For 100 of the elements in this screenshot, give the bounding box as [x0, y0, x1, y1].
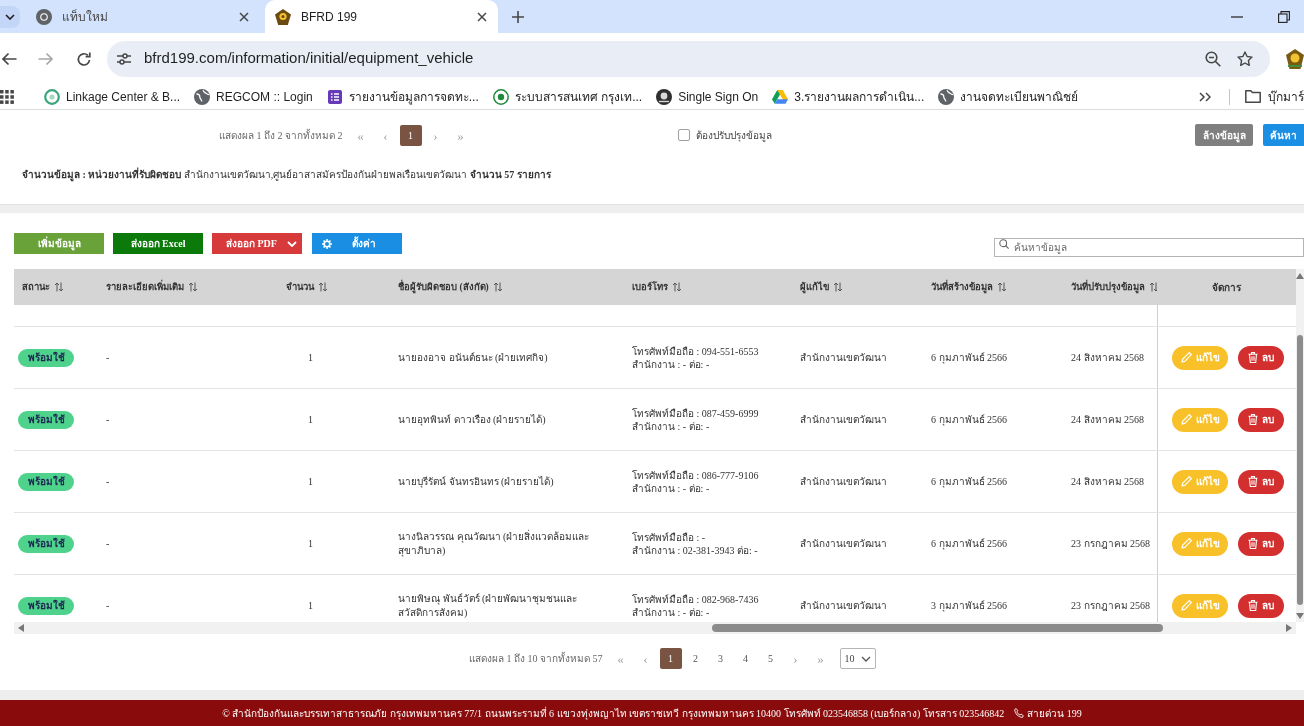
mobile-phone-text: โทรศัพท์มือถือ : 086-777-9106: [632, 468, 759, 482]
apps-grid-icon[interactable]: [0, 89, 14, 104]
tab-list-button[interactable]: [0, 6, 20, 28]
form-icon: [326, 88, 343, 105]
page-size-select[interactable]: 10: [839, 648, 876, 669]
sort-icon: [997, 282, 1007, 292]
bookmark[interactable]: รายงานข้อมูลการจดทะ...: [326, 87, 479, 106]
responsible-name: นางนิลวรรณ คุณวัฒนา (ฝ่ายสิ่งแวดล้อมและสุขาภิบาล): [398, 530, 591, 557]
pencil-icon: [1180, 600, 1192, 611]
column-header[interactable]: จำนวน: [278, 269, 390, 305]
sort-icon: [833, 282, 843, 292]
footer-address: © สำนักป้องกันและบรรเทาสาธารณภัย กรุงเทพมหานคร 77/1 ถนนพระรามที่ 6 แขวงทุ่งพญาไท เขตราชเทวี กรุงเทพมหานคร 10400 โทรศัพท์ 023546858 (เบอร์กลาง) โทรสาร 023546842: [222, 705, 1005, 721]
export-pdf-button[interactable]: ส่งออก PDF: [212, 233, 302, 254]
trash-icon: [1248, 414, 1258, 425]
bookmark[interactable]: งานจดทะเบียนพาณิชย์: [938, 87, 1079, 106]
bookmark[interactable]: Single Sign On: [656, 87, 759, 106]
close-icon[interactable]: [239, 11, 249, 22]
emblem-icon[interactable]: [1286, 48, 1304, 69]
editor-text: สำนักงานเขตวัฒนา: [800, 599, 887, 613]
created-date: 6 กุมภาพันธ์ 2566: [931, 351, 1007, 365]
column-header[interactable]: วันที่ปรับปรุงข้อมูล: [1063, 269, 1157, 305]
star-icon[interactable]: [1237, 50, 1253, 67]
horizontal-scrollbar[interactable]: [14, 622, 1296, 634]
scroll-right-icon[interactable]: [1286, 624, 1292, 632]
office-phone-text: สำนักงาน : 02-381-3943 ต่อ: -: [632, 543, 758, 557]
quantity-text: 1: [308, 599, 313, 613]
updated-date: 24 สิงหาคม 2568: [1071, 475, 1144, 489]
pager-summary: แสดงผล 1 ถึง 10 จากทั้งหมด 57: [469, 651, 603, 666]
folder-icon: [1245, 90, 1261, 103]
chevron-down-icon: [5, 14, 15, 20]
plus-icon[interactable]: [512, 10, 524, 23]
column-header[interactable]: สถานะ: [14, 269, 98, 305]
page-button[interactable]: 2: [684, 648, 707, 669]
close-icon[interactable]: [477, 11, 487, 22]
mobile-phone-text: โทรศัพท์มือถือ : 087-459-6999: [632, 406, 759, 420]
page-button[interactable]: 1: [659, 648, 682, 669]
browser-tab[interactable]: แท็บใหม่: [25, 0, 260, 33]
quantity-text: 1: [308, 351, 313, 365]
delete-button[interactable]: ลบ: [1238, 469, 1284, 494]
scrollbar-thumb[interactable]: [712, 624, 1163, 632]
page-button[interactable]: 1: [399, 124, 422, 146]
sort-icon: [1149, 282, 1157, 292]
browser-logo-icon: [36, 8, 52, 25]
updated-date: 23 กรกฎาคม 2568: [1071, 537, 1150, 551]
browser-tab[interactable]: BFRD 199: [265, 0, 498, 33]
bookmark[interactable]: REGCOM :: Login: [194, 87, 313, 106]
checkbox-label: ต้องปรับปรุงข้อมูล: [696, 128, 772, 143]
office-phone-text: สำนักงาน : - ต่อ: -: [632, 357, 710, 371]
bookmark[interactable]: Linkage Center & B...: [44, 87, 181, 106]
search-field[interactable]: ค้นหาข้อมูล: [994, 238, 1304, 257]
delete-button[interactable]: ลบ: [1238, 531, 1284, 556]
reload-icon[interactable]: [76, 50, 92, 67]
search-button[interactable]: ค้นหา: [1263, 124, 1304, 146]
bookmark[interactable]: 3.รายงานผลการดำเนิน...: [772, 87, 925, 106]
responsible-name: นายบุรีรัตน์ จันทรอินทร (ฝ่ายรายได้): [398, 474, 554, 489]
minimize-icon[interactable]: [1231, 15, 1243, 18]
address-bar[interactable]: bfrd199.com/information/initial/equipment_vehicle: [107, 40, 1270, 77]
trash-icon: [1248, 538, 1258, 549]
scroll-up-icon[interactable]: [1296, 273, 1304, 279]
delete-button[interactable]: ลบ: [1238, 407, 1284, 432]
responsible-name: นายอุทพินท์ ดาวเรือง (ฝ่ายรายได้): [398, 412, 546, 427]
sort-icon: [318, 282, 328, 292]
trash-icon: [1248, 600, 1258, 611]
chevrons-right-icon[interactable]: [1199, 91, 1211, 102]
restore-icon[interactable]: [1278, 10, 1290, 23]
quantity-text: 1: [308, 475, 313, 489]
gear-icon: [322, 238, 332, 249]
bookmarks-folder[interactable]: บุ๊กมาร์: [1245, 87, 1304, 106]
settings-button[interactable]: ตั้งค่า: [312, 233, 402, 254]
back-arrow-icon[interactable]: [1, 50, 17, 67]
column-header[interactable]: รายละเอียดเพิ่มเติม: [98, 269, 278, 305]
pencil-icon: [1180, 352, 1192, 363]
updated-date: 24 สิงหาคม 2568: [1071, 351, 1144, 365]
clear-button[interactable]: ล้างข้อมูล: [1195, 124, 1253, 146]
bookmark[interactable]: ระบบสารสนเทศ กรุงเท...: [492, 87, 643, 106]
column-header[interactable]: ผู้แก้ไข: [792, 269, 923, 305]
column-header[interactable]: ชื่อผู้รับผิดชอบ (สังกัด): [390, 269, 624, 305]
column-header[interactable]: จัดการ: [1157, 269, 1296, 305]
scroll-left-icon[interactable]: [18, 624, 24, 632]
zoom-out-icon[interactable]: [1205, 50, 1221, 67]
page-button[interactable]: 3: [709, 648, 732, 669]
scroll-down-icon[interactable]: [1296, 613, 1304, 619]
scrollbar-thumb[interactable]: [1297, 335, 1303, 605]
pencil-icon: [1180, 538, 1192, 549]
checkbox[interactable]: [678, 129, 690, 141]
page-button[interactable]: 5: [759, 648, 782, 669]
export-excel-button[interactable]: ส่งออก Excel: [113, 233, 203, 254]
vertical-scrollbar[interactable]: [1296, 269, 1304, 622]
sort-icon: [188, 282, 198, 292]
column-header[interactable]: วันที่สร้างข้อมูล: [923, 269, 1063, 305]
phone-icon: [1014, 708, 1025, 718]
delete-button[interactable]: ลบ: [1238, 345, 1284, 370]
mobile-phone-text: โทรศัพท์มือถือ : -: [632, 530, 706, 544]
office-phone-text: สำนักงาน : - ต่อ: -: [632, 419, 710, 433]
search-icon: [999, 238, 1009, 249]
trash-icon: [1248, 476, 1258, 487]
detail-text: -: [106, 413, 110, 427]
column-header[interactable]: เบอร์โทร: [624, 269, 792, 305]
delete-button[interactable]: ลบ: [1238, 593, 1284, 618]
page-button[interactable]: 4: [734, 648, 757, 669]
